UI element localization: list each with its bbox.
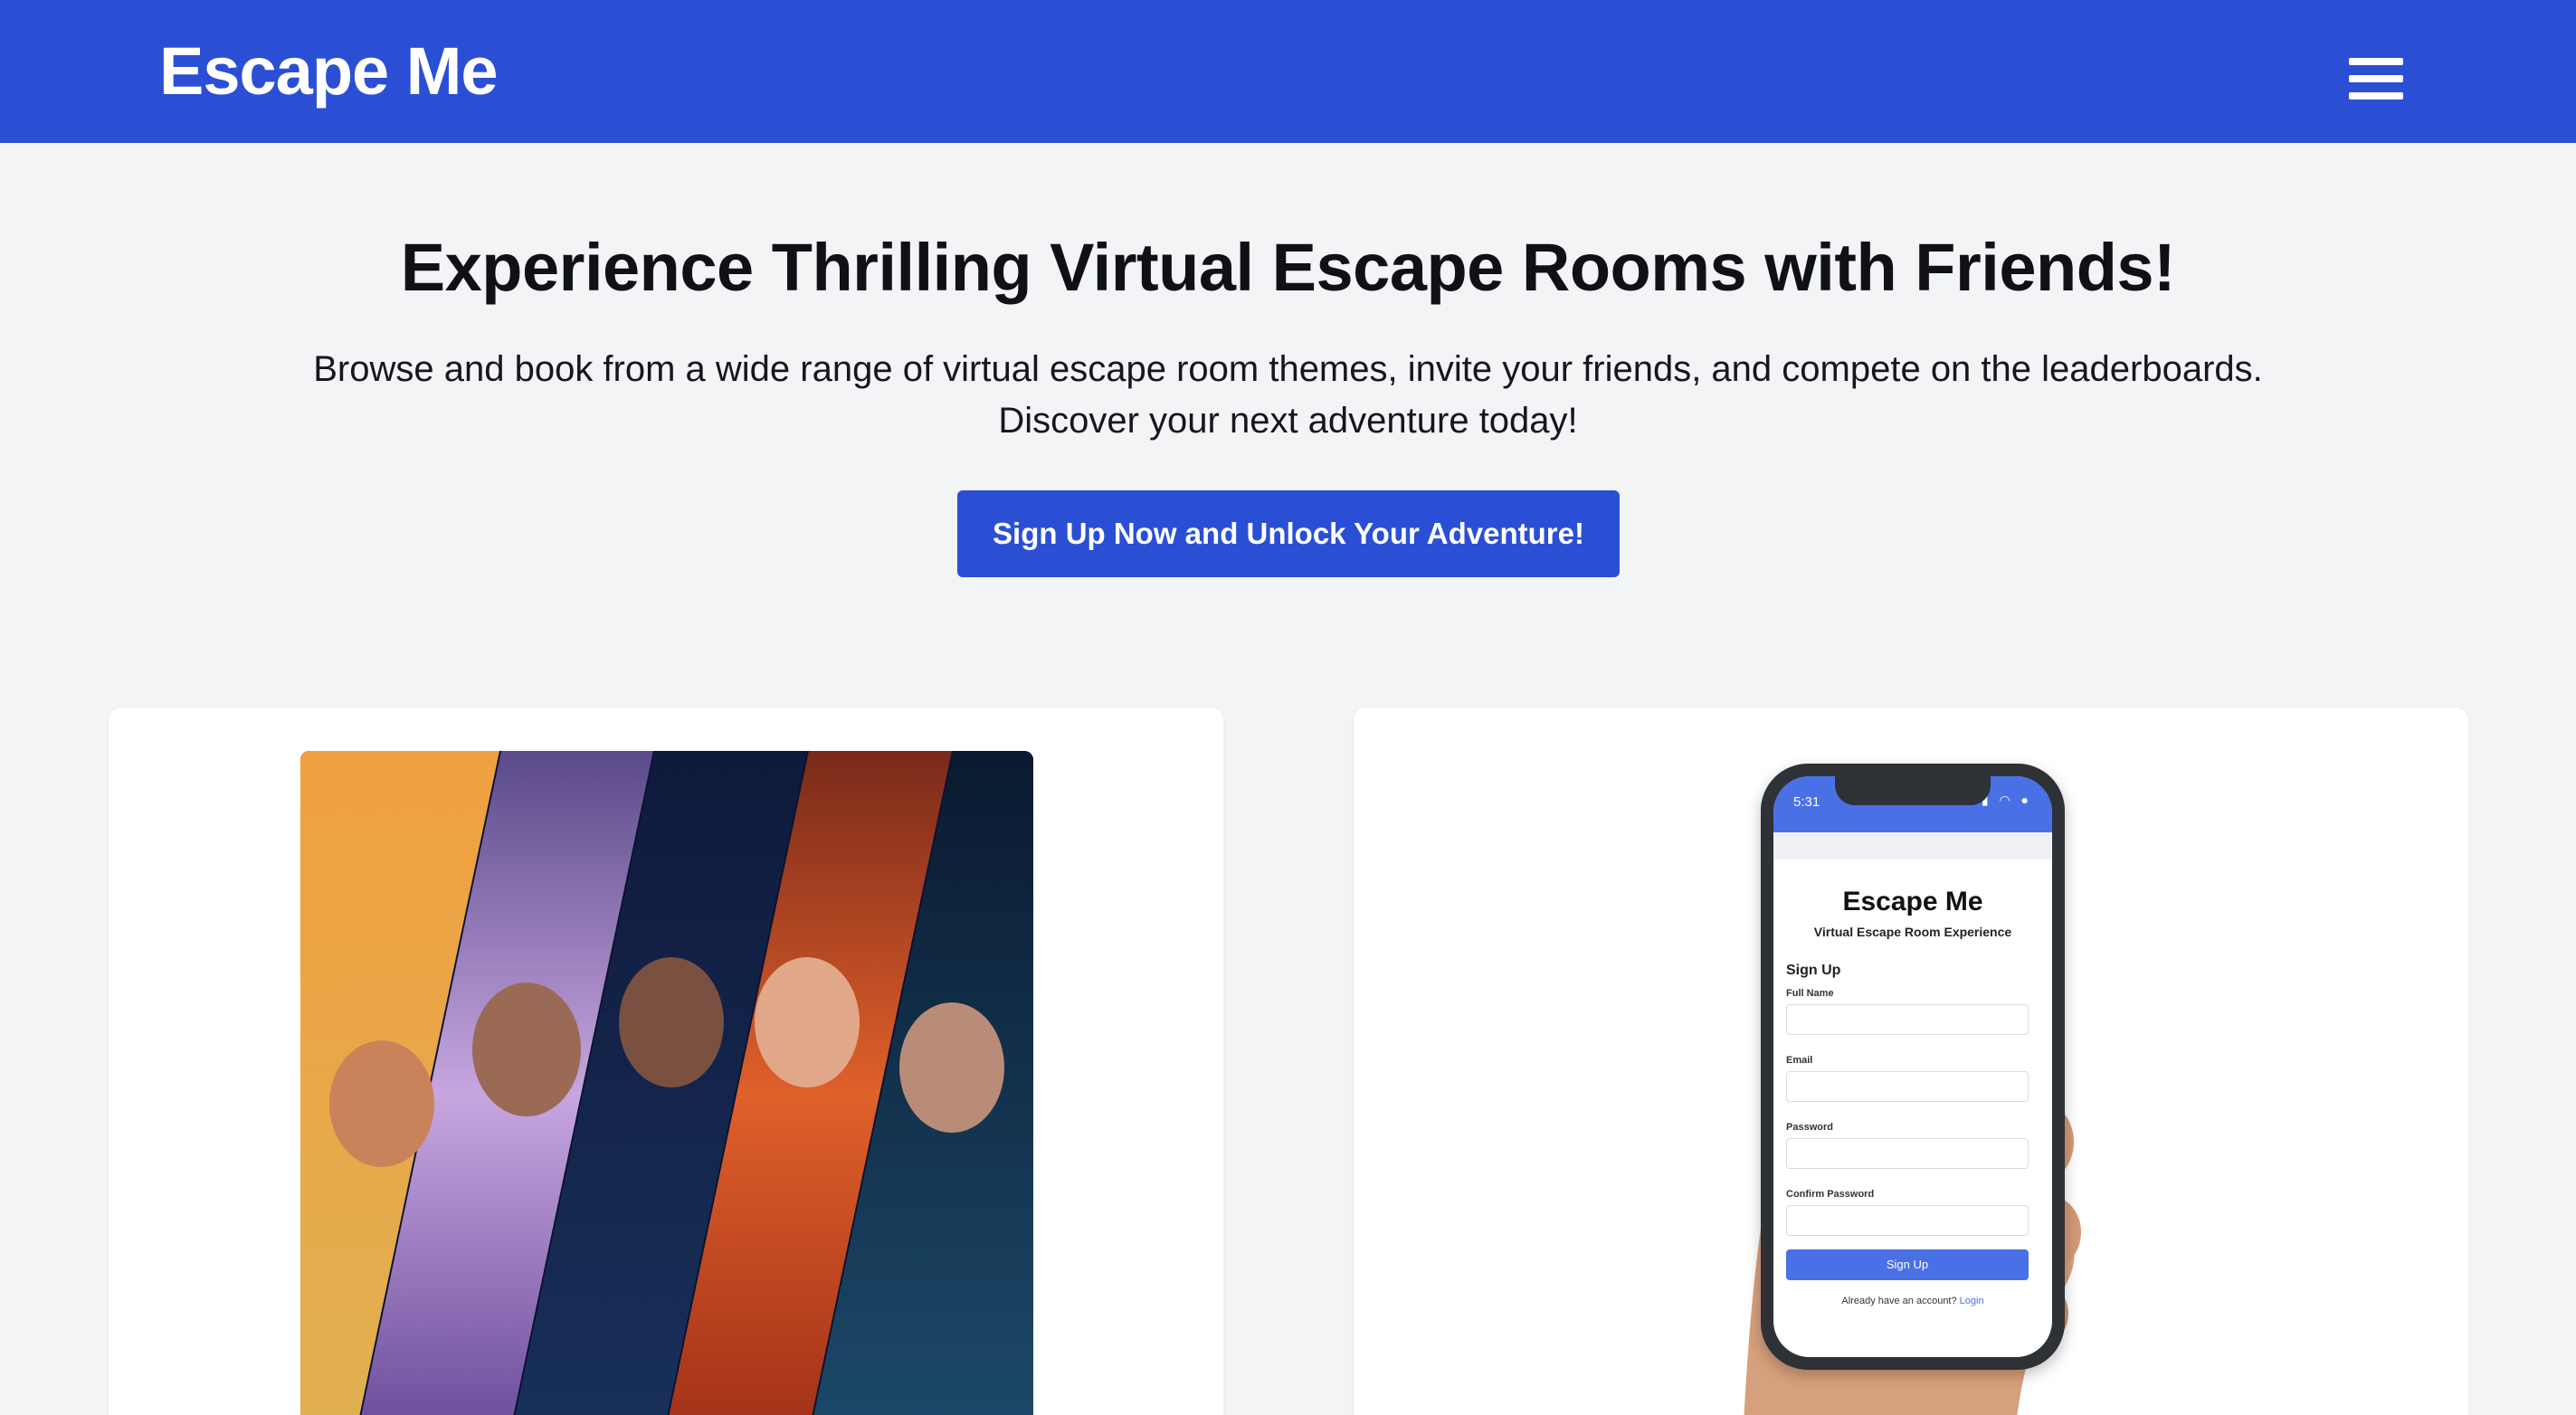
mockup-title: Escape Me [1842,887,1983,916]
app-bar [1773,832,2052,859]
mockup-confirm-password-field [1786,1205,2029,1236]
mockup-label-password: Password [1786,1122,1833,1133]
mockup-password-field [1786,1138,2029,1169]
mockup-label-email: Email [1786,1055,1813,1066]
feature-card-rooms [109,708,1223,1415]
login-prompt-text: Already have an account? [1841,1296,1957,1306]
hero-subtitle: Browse and book from a wide range of vir… [313,349,2263,441]
brand-logo[interactable]: Escape Me [159,31,499,112]
mockup-label-confirm-password: Confirm Password [1786,1189,1875,1200]
mockup-form-title: Sign Up [1786,963,1841,978]
mockup-full-name-field [1786,1004,2029,1035]
phone-mockup: 5:31 ▮ ◠ ● Escape Me Virtual Escape Room… [1761,764,2065,1370]
menu-line [2349,58,2403,65]
phone-screen: 5:31 ▮ ◠ ● Escape Me Virtual Escape Room… [1773,776,2052,1357]
signup-cta-button[interactable]: Sign Up Now and Unlock Your Adventure! [957,490,1620,577]
mockup-signup-button: Sign Up [1786,1249,2029,1280]
phone-notch [1835,776,1991,805]
mockup-email-field [1786,1071,2029,1102]
feature-card-mobile: 5:31 ▮ ◠ ● Escape Me Virtual Escape Room… [1354,708,2468,1415]
hamburger-menu-icon[interactable] [2349,54,2407,105]
menu-line [2349,75,2403,82]
signal-wifi-battery-icon: ▮ ◠ ● [1981,793,2032,807]
mockup-label-full-name: Full Name [1786,988,1834,999]
hero-title: Experience Thrilling Virtual Escape Room… [400,230,2176,305]
top-navbar: Escape Me [0,0,2576,143]
escape-room-collage-image [300,751,1033,1415]
menu-line [2349,92,2403,100]
mockup-login-link: Login [1959,1296,1984,1306]
mockup-login-prompt: Already have an account? Login [1773,1296,2052,1306]
status-time: 5:31 [1793,794,1820,810]
mockup-subtitle: Virtual Escape Room Experience [1813,925,2012,939]
collage-graphic [300,751,1033,1415]
